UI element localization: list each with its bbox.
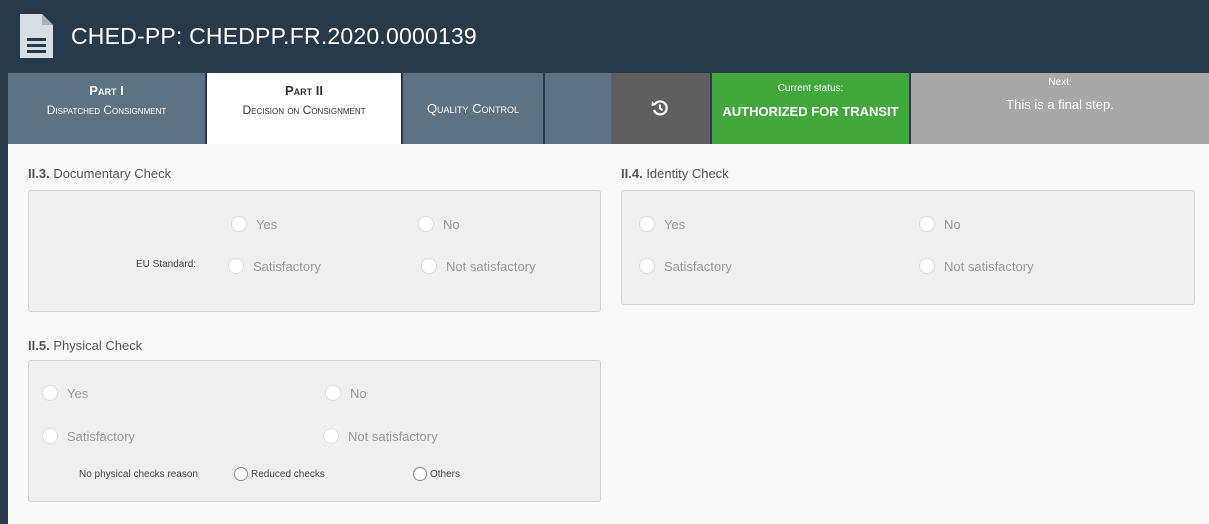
status-value: AUTHORIZED FOR TRANSIT <box>722 104 899 119</box>
documentary-check-panel: Yes No EU Standard: Satisfactory Not sat… <box>28 190 601 312</box>
physical-not-satisfactory-label: Not satisfactory <box>348 428 438 444</box>
tab-part-1[interactable]: Part I Dispatched Consignment <box>8 73 205 144</box>
documentary-satisfactory-radio[interactable]: Satisfactory <box>228 258 321 274</box>
identity-check-number: II.4. <box>621 166 643 181</box>
next-value: This is a final step. <box>1006 97 1114 112</box>
radio-circle <box>639 216 655 232</box>
physical-satisfactory-radio[interactable]: Satisfactory <box>42 428 135 444</box>
left-edge-bar <box>0 0 8 524</box>
tab-part-2-sublabel: Decision on Consignment <box>242 103 366 117</box>
radio-circle <box>325 385 341 401</box>
reduced-checks-radio[interactable]: Reduced checks <box>234 467 325 481</box>
others-radio[interactable]: Others <box>413 467 460 481</box>
others-label: Others <box>430 468 461 480</box>
identity-not-satisfactory-label: Not satisfactory <box>944 258 1034 274</box>
documentary-not-satisfactory-radio[interactable]: Not satisfactory <box>421 258 536 274</box>
status-caption: Current status: <box>777 83 844 94</box>
identity-satisfactory-radio[interactable]: Satisfactory <box>639 258 732 274</box>
tab-quality-control-label: Quality Control <box>426 101 520 116</box>
document-icon <box>20 14 53 58</box>
documentary-no-label: No <box>443 216 460 232</box>
documentary-check-title: II.3. Documentary Check <box>28 166 171 181</box>
radio-circle <box>421 258 437 274</box>
identity-check-title: II.4. Identity Check <box>621 166 729 181</box>
physical-check-panel: Yes No Satisfactory Not satisfactory No … <box>28 360 601 502</box>
radio-circle <box>639 258 655 274</box>
physical-yes-label: Yes <box>67 385 89 401</box>
radio-circle <box>234 467 248 481</box>
physical-satisfactory-label: Satisfactory <box>67 428 135 444</box>
radio-circle <box>323 428 339 444</box>
physical-check-number: II.5. <box>28 338 50 353</box>
radio-circle <box>413 467 427 481</box>
identity-check-label: Identity Check <box>646 166 729 181</box>
documentary-no-radio[interactable]: No <box>418 216 460 232</box>
tab-part-2-label: Part II <box>284 83 323 98</box>
identity-not-satisfactory-radio[interactable]: Not satisfactory <box>919 258 1034 274</box>
no-physical-checks-reason-label: No physical checks reason <box>79 469 198 480</box>
tab-part-1-label: Part I <box>89 83 124 98</box>
current-status: Current status: AUTHORIZED FOR TRANSIT <box>712 73 909 144</box>
identity-no-label: No <box>944 216 961 232</box>
physical-check-label: Physical Check <box>53 338 143 353</box>
documentary-yes-radio[interactable]: Yes <box>231 216 277 232</box>
identity-check-panel: Yes No Satisfactory Not satisfactory <box>621 190 1195 305</box>
radio-circle <box>919 258 935 274</box>
main-content: II.3. Documentary Check Yes No EU Standa… <box>8 144 1209 524</box>
identity-yes-label: Yes <box>664 216 686 232</box>
page-title: CHED-PP: CHEDPP.FR.2020.0000139 <box>71 23 477 49</box>
radio-circle <box>919 216 935 232</box>
radio-circle <box>418 216 434 232</box>
documentary-check-number: II.3. <box>28 166 50 181</box>
eu-standard-label: EU Standard: <box>136 259 197 270</box>
identity-satisfactory-label: Satisfactory <box>664 258 732 274</box>
radio-circle <box>42 385 58 401</box>
physical-no-label: No <box>350 385 367 401</box>
identity-yes-radio[interactable]: Yes <box>639 216 685 232</box>
physical-yes-radio[interactable]: Yes <box>42 385 88 401</box>
tab-empty[interactable] <box>545 73 611 144</box>
next-caption: Next: <box>1048 77 1072 88</box>
tab-quality-control[interactable]: Quality Control <box>403 73 543 144</box>
tab-bar: Part I Dispatched Consignment Part II De… <box>8 73 1209 144</box>
identity-no-radio[interactable]: No <box>919 216 961 232</box>
physical-check-title: II.5. Physical Check <box>28 338 142 353</box>
history-button[interactable] <box>611 73 710 144</box>
page-header: CHED-PP: CHEDPP.FR.2020.0000139 <box>8 0 1209 73</box>
radio-circle <box>231 216 247 232</box>
radio-circle <box>228 258 244 274</box>
tab-part-2[interactable]: Part II Decision on Consignment <box>207 73 401 144</box>
reduced-checks-label: Reduced checks <box>251 468 325 480</box>
tab-part-1-sublabel: Dispatched Consignment <box>46 103 167 117</box>
physical-no-radio[interactable]: No <box>325 385 367 401</box>
next-step: Next: This is a final step. <box>911 73 1209 144</box>
documentary-yes-label: Yes <box>256 216 278 232</box>
documentary-satisfactory-label: Satisfactory <box>253 258 321 274</box>
documentary-check-label: Documentary Check <box>53 166 172 181</box>
documentary-not-satisfactory-label: Not satisfactory <box>446 258 536 274</box>
physical-not-satisfactory-radio[interactable]: Not satisfactory <box>323 428 438 444</box>
radio-circle <box>42 428 58 444</box>
history-icon <box>651 100 668 116</box>
